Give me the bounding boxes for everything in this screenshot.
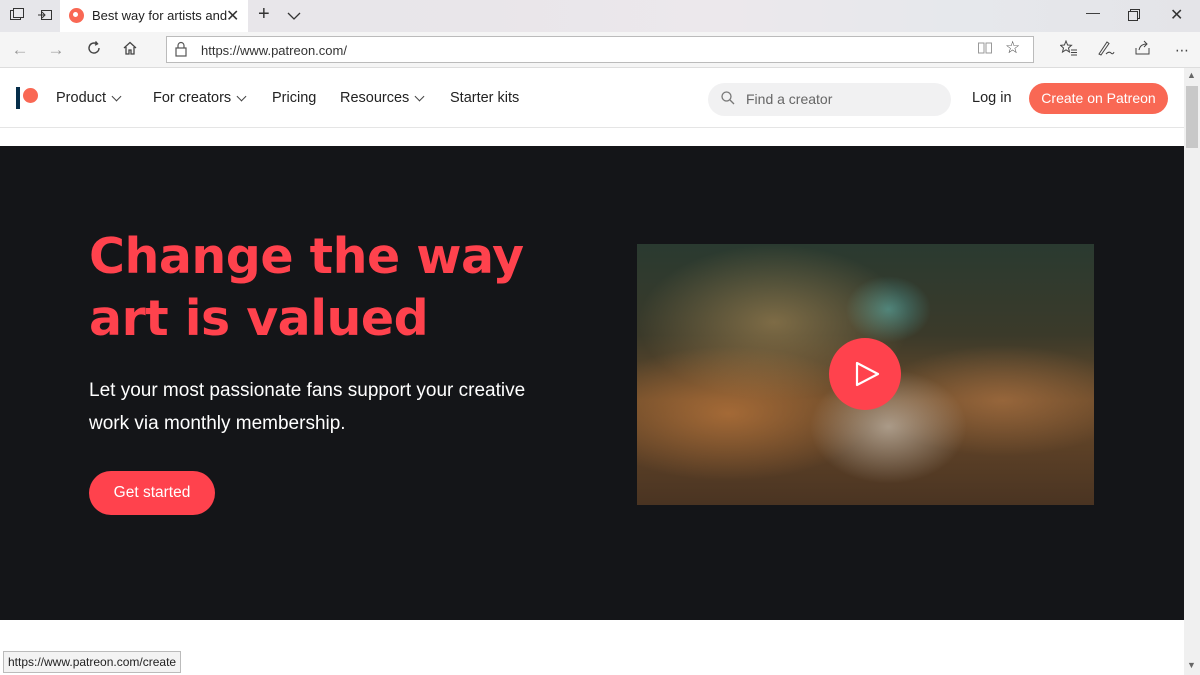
address-bar: ← → https://www.patreon.com/ ☆ ⋯ [0,32,1200,68]
tab-actions-icon[interactable] [8,7,26,25]
scroll-thumb[interactable] [1186,86,1198,148]
site-header: Product For creators Pricing Resources S… [0,68,1184,128]
hero-section: Change the way art is valued Let your mo… [0,146,1184,620]
home-icon[interactable] [120,40,140,60]
minimize-icon[interactable]: — [1086,4,1100,20]
new-tab-icon[interactable]: + [258,3,270,26]
hero-title: Change the way art is valued [89,226,609,350]
url-text: https://www.patreon.com/ [201,43,347,58]
play-icon [855,361,880,387]
search-icon [721,91,735,105]
scroll-up-icon[interactable]: ▲ [1187,70,1196,80]
nav-for-creators[interactable]: For creators [153,90,247,106]
browser-window: Best way for artists and ✕ + — ✕ ← → htt… [0,0,1200,675]
play-button[interactable] [829,338,901,410]
get-started-button[interactable]: Get started [89,471,215,515]
title-bar: Best way for artists and ✕ + — ✕ [0,0,1200,32]
web-page: Product For creators Pricing Resources S… [0,68,1184,675]
patreon-logo-icon[interactable] [16,87,42,109]
search-input[interactable] [746,89,936,109]
scrollbar[interactable]: ▲ ▼ [1184,68,1200,675]
hero-title-line1: Change the way [89,228,524,285]
url-field[interactable]: https://www.patreon.com/ ☆ [166,36,1034,63]
create-on-patreon-button[interactable]: Create on Patreon [1029,83,1168,114]
hero-subtitle: Let your most passionate fans support yo… [89,380,526,434]
nav-pricing-label: Pricing [272,90,317,106]
login-link[interactable]: Log in [972,90,1012,106]
close-window-icon[interactable]: ✕ [1170,5,1183,25]
status-bar-url: https://www.patreon.com/create [3,651,182,673]
lock-icon [175,41,187,57]
hero-title-line2: art is valued [89,290,429,347]
nav-product[interactable]: Product [56,90,122,106]
refresh-icon[interactable] [84,40,104,60]
share-icon[interactable] [1133,40,1153,60]
nav-product-label: Product [56,90,106,106]
patreon-favicon-icon [69,8,84,23]
pen-icon[interactable] [1096,40,1116,60]
set-aside-tabs-icon[interactable] [36,7,54,25]
favorites-icon[interactable] [1059,39,1079,60]
chevron-down-icon [111,91,122,101]
hero-video[interactable] [637,244,1094,505]
favorite-star-icon[interactable]: ☆ [1005,38,1020,58]
browser-tab[interactable]: Best way for artists and ✕ [60,0,248,32]
nav-resources[interactable]: Resources [340,90,425,106]
more-menu-icon[interactable]: ⋯ [1172,40,1192,60]
nav-starter-kits-label: Starter kits [450,90,520,106]
close-tab-icon[interactable]: ✕ [226,6,239,26]
back-icon[interactable]: ← [10,40,30,60]
restore-icon[interactable] [1128,8,1140,24]
chevron-down-icon[interactable] [287,8,301,24]
nav-pricing[interactable]: Pricing [272,90,316,106]
tab-title: Best way for artists and [92,8,228,23]
nav-for-creators-label: For creators [153,90,232,106]
search-bar[interactable] [708,83,951,116]
nav-starter-kits[interactable]: Starter kits [450,90,519,106]
forward-icon[interactable]: → [46,40,66,60]
nav-resources-label: Resources [340,90,410,106]
scroll-down-icon[interactable]: ▼ [1187,660,1196,670]
chevron-down-icon [414,91,425,101]
chevron-down-icon [236,91,247,101]
reading-view-icon[interactable] [977,40,993,60]
